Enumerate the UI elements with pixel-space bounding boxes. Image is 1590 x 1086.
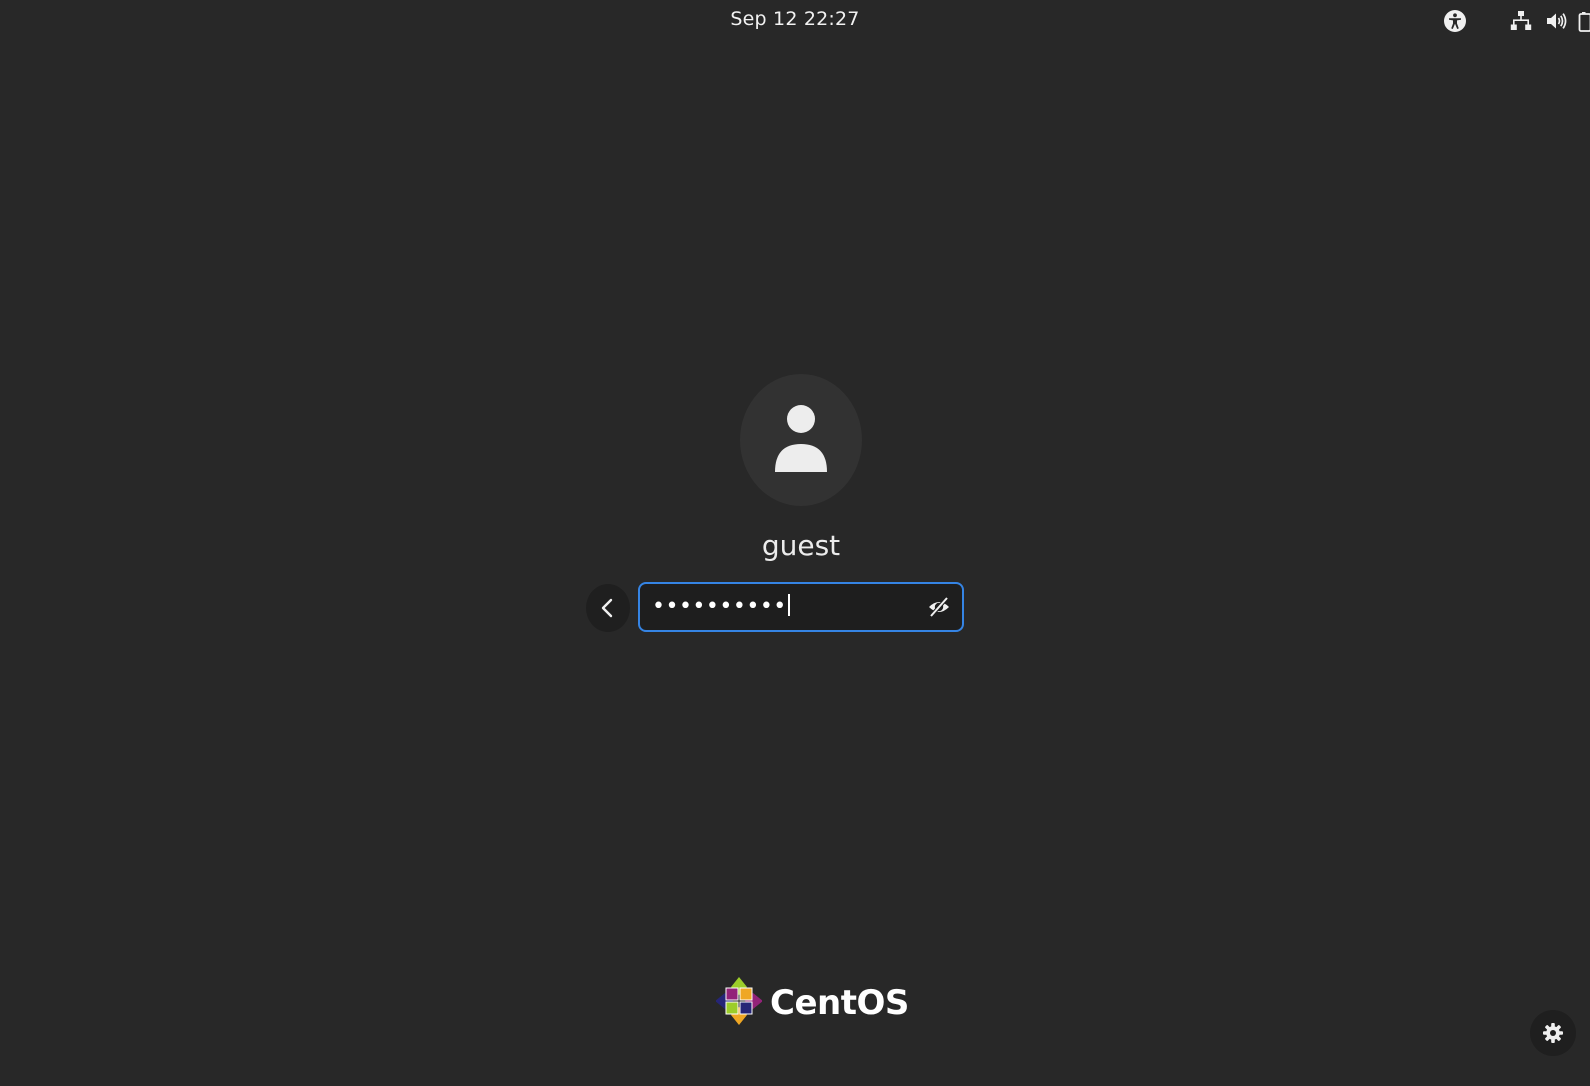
username-label: guest [761, 529, 841, 562]
user-avatar [740, 374, 862, 506]
volume-icon[interactable] [1544, 9, 1568, 33]
system-tray[interactable] [1443, 9, 1590, 33]
password-dots: •••••••••• [652, 594, 787, 619]
settings-button[interactable] [1530, 1010, 1576, 1056]
top-bar: Sep 12 22:27 [0, 0, 1590, 40]
eye-slash-icon [929, 596, 949, 618]
password-value[interactable]: •••••••••• [652, 593, 790, 621]
centos-logo-text: CentOS [770, 983, 909, 1023]
centos-logo: CentOS [715, 975, 909, 1031]
network-wired-icon[interactable] [1509, 9, 1533, 33]
accessibility-icon[interactable] [1443, 9, 1467, 33]
back-button[interactable] [586, 584, 630, 632]
reveal-password-button[interactable] [926, 594, 952, 620]
text-caret [787, 594, 790, 616]
centos-logo-icon [715, 975, 763, 1031]
battery-icon[interactable] [1578, 9, 1590, 33]
clock[interactable]: Sep 12 22:27 [0, 8, 1590, 30]
password-field[interactable]: •••••••••• [638, 582, 964, 632]
